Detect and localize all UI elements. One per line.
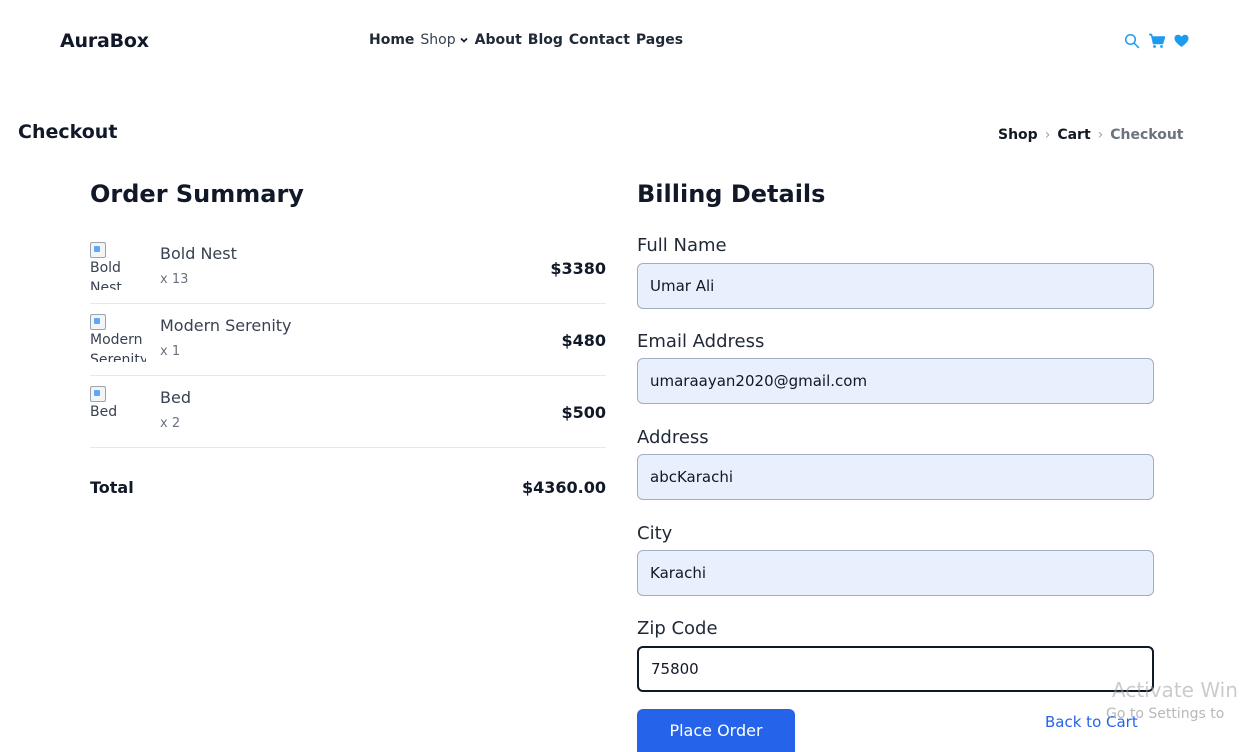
breadcrumb-separator-icon: › [1097, 127, 1104, 143]
email-label: Email Address [637, 331, 765, 352]
product-image: Bed [90, 386, 146, 434]
nav-contact[interactable]: Contact [569, 32, 630, 48]
product-image-alt: Modern Serenity [90, 332, 146, 362]
city-input[interactable] [637, 550, 1154, 596]
product-qty: x 1 [160, 344, 181, 359]
nav-home[interactable]: Home [369, 32, 414, 48]
broken-image-icon [90, 386, 106, 402]
breadcrumb-shop[interactable]: Shop [998, 127, 1038, 143]
cart-icon[interactable] [1148, 33, 1166, 49]
broken-image-icon [90, 314, 106, 330]
heart-icon[interactable] [1174, 34, 1189, 48]
product-image-alt: Bold Nest [90, 260, 122, 290]
breadcrumb-cart[interactable]: Cart [1057, 127, 1090, 143]
nav-pages[interactable]: Pages [636, 32, 683, 48]
product-image-alt: Bed [90, 404, 118, 420]
main-nav: Home Shop About Blog Contact Pages [369, 32, 683, 48]
product-qty: x 2 [160, 416, 181, 431]
chevron-down-icon [460, 37, 468, 43]
breadcrumb-separator-icon: › [1044, 127, 1051, 143]
nav-about[interactable]: About [475, 32, 522, 48]
order-item: Modern Serenity Modern Serenity x 1 $480 [90, 304, 606, 376]
product-image: Bold Nest [90, 242, 146, 290]
breadcrumb-checkout: Checkout [1110, 127, 1184, 143]
product-price: $500 [561, 403, 606, 422]
zip-code-input[interactable] [637, 646, 1154, 692]
product-name: Bed [160, 388, 191, 407]
order-item: Bold Nest Bold Nest x 13 $3380 [90, 232, 606, 304]
product-qty: x 13 [160, 272, 189, 287]
total-label: Total [90, 478, 134, 497]
site-header: AuraBox Home Shop About Blog Contact Pag… [0, 0, 1249, 80]
order-item: Bed Bed x 2 $500 [90, 376, 606, 448]
broken-image-icon [90, 242, 106, 258]
product-name: Modern Serenity [160, 316, 292, 335]
nav-blog[interactable]: Blog [528, 32, 563, 48]
product-name: Bold Nest [160, 244, 237, 263]
full-name-label: Full Name [637, 235, 727, 256]
total-value: $4360.00 [521, 478, 606, 497]
address-input[interactable] [637, 454, 1154, 500]
order-summary-title: Order Summary [90, 180, 304, 208]
activate-windows-watermark: Activate Win [1112, 678, 1238, 702]
email-input[interactable] [637, 358, 1154, 404]
breadcrumb: Shop › Cart › Checkout [998, 127, 1184, 143]
brand-logo[interactable]: AuraBox [60, 30, 149, 52]
order-items-list: Bold Nest Bold Nest x 13 $3380 Modern Se… [90, 232, 606, 448]
product-price: $3380 [550, 259, 606, 278]
search-icon[interactable] [1124, 33, 1140, 49]
zip-code-label: Zip Code [637, 618, 718, 639]
billing-details-title: Billing Details [637, 180, 826, 208]
nav-shop-label: Shop [420, 32, 456, 48]
activate-windows-settings-hint: Go to Settings to [1106, 706, 1225, 722]
nav-shop[interactable]: Shop [420, 32, 468, 48]
order-total-row: Total $4360.00 [90, 478, 606, 502]
full-name-input[interactable] [637, 263, 1154, 309]
city-label: City [637, 523, 673, 544]
product-image: Modern Serenity [90, 314, 146, 362]
address-label: Address [637, 427, 709, 448]
page-title: Checkout [18, 121, 118, 143]
product-price: $480 [561, 331, 606, 350]
header-icons [1124, 33, 1189, 49]
place-order-button[interactable]: Place Order [637, 709, 795, 752]
